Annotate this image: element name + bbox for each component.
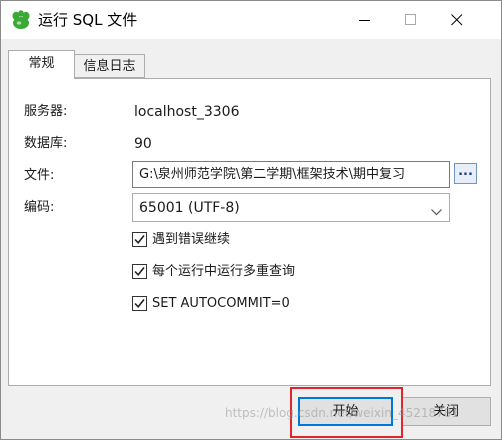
continue-on-error-checkbox[interactable] <box>132 232 147 247</box>
autocommit-label: SET AUTOCOMMIT=0 <box>152 296 290 311</box>
watermark-text: https://blog.csdn.net/weixin_45218781 <box>225 406 460 420</box>
maximize-icon <box>405 14 416 25</box>
database-label: 数据库: <box>24 136 68 151</box>
maximize-button[interactable] <box>388 1 434 39</box>
close-window-button[interactable] <box>434 1 480 39</box>
autocommit-checkbox[interactable] <box>132 296 147 311</box>
close-icon <box>451 14 463 26</box>
run-sql-file-dialog: 运行 SQL 文件 常规 信息日志 服务器: localhost_3306 数据… <box>0 0 502 440</box>
minimize-icon <box>359 20 370 21</box>
server-value: localhost_3306 <box>134 104 240 120</box>
general-panel <box>8 78 491 386</box>
window-title: 运行 SQL 文件 <box>38 11 138 29</box>
file-label: 文件: <box>24 168 55 183</box>
checkmark-icon <box>134 299 145 309</box>
tab-info-log[interactable]: 信息日志 <box>75 54 145 78</box>
chevron-down-icon <box>431 205 442 220</box>
dolphin-icon <box>10 10 32 30</box>
encoding-label: 编码: <box>24 200 55 215</box>
server-label: 服务器: <box>24 104 68 119</box>
tab-general[interactable]: 常规 <box>8 50 75 79</box>
title-bar[interactable]: 运行 SQL 文件 <box>1 1 501 39</box>
multiple-queries-checkbox[interactable] <box>132 264 147 279</box>
continue-on-error-label: 遇到错误继续 <box>152 232 231 247</box>
file-path-input[interactable]: G:\泉州师范学院\第二学期\框架技术\期中复习 <box>132 161 450 188</box>
minimize-button[interactable] <box>342 1 388 39</box>
checkmark-icon <box>134 267 145 277</box>
encoding-select[interactable]: 65001 (UTF-8) <box>132 193 450 222</box>
encoding-value: 65001 (UTF-8) <box>139 200 240 216</box>
multiple-queries-label: 每个运行中运行多重查询 <box>152 264 296 279</box>
checkmark-icon <box>134 235 145 245</box>
database-value: 90 <box>134 136 152 152</box>
browse-button[interactable]: ... <box>454 163 477 184</box>
